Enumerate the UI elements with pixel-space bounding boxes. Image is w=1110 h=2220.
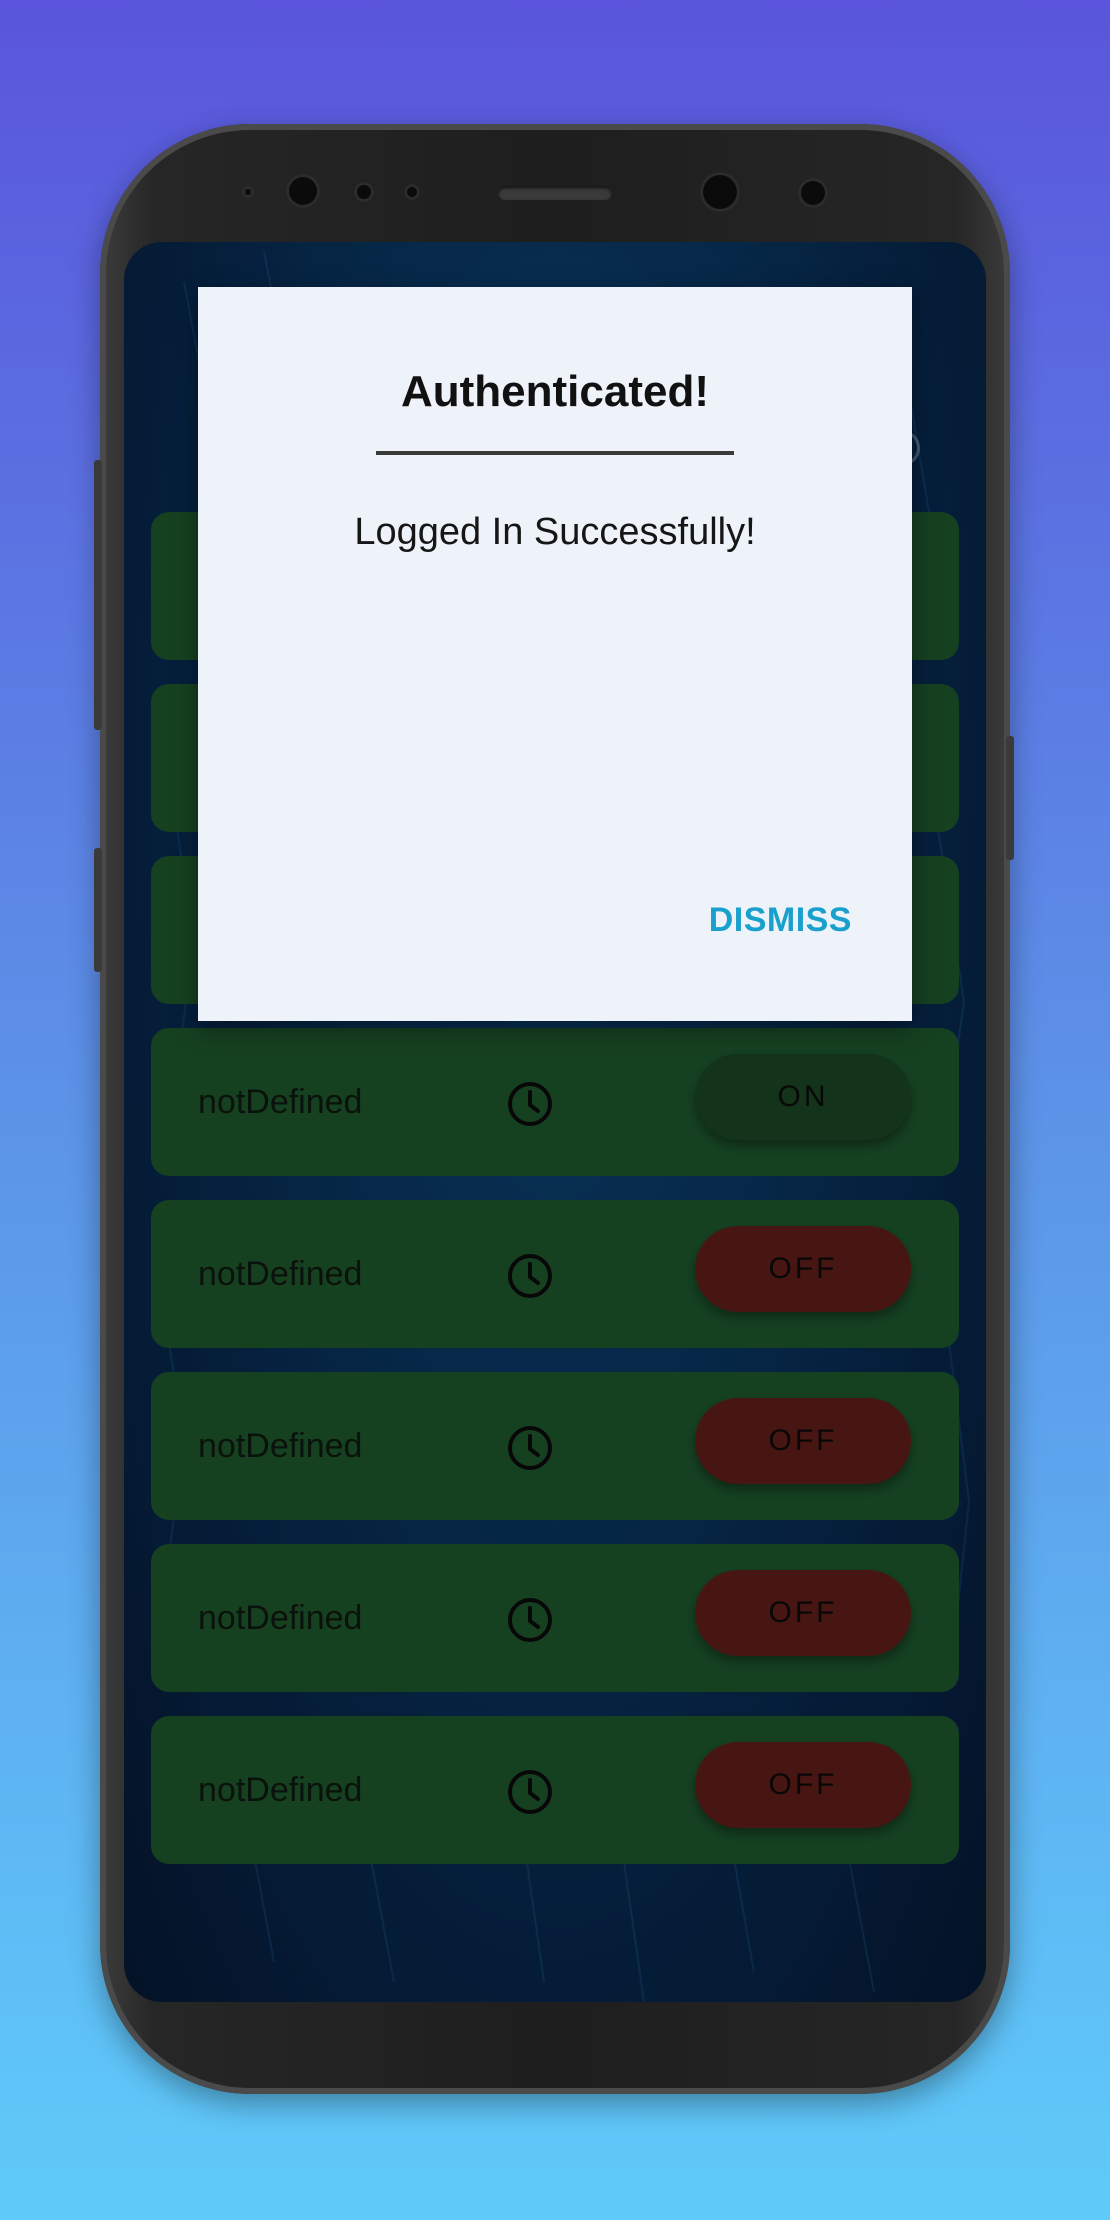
earpiece-speaker xyxy=(498,186,612,200)
dialog-message: Logged In Successfully! xyxy=(354,511,756,553)
sensor-icon xyxy=(404,184,420,200)
dismiss-button[interactable]: DISMISS xyxy=(709,901,852,940)
title-divider xyxy=(376,451,734,455)
power-button xyxy=(1006,736,1014,860)
auth-dialog: Authenticated! Logged In Successfully! D… xyxy=(198,287,912,1021)
iris-sensor-icon xyxy=(798,178,828,208)
volume-button xyxy=(94,460,102,730)
dialog-title: Authenticated! xyxy=(401,367,709,416)
bixby-button xyxy=(94,848,102,972)
iris-camera-icon xyxy=(700,172,740,212)
front-camera-icon xyxy=(286,174,320,208)
sensor-icon xyxy=(242,186,254,198)
sensor-icon xyxy=(354,182,374,202)
